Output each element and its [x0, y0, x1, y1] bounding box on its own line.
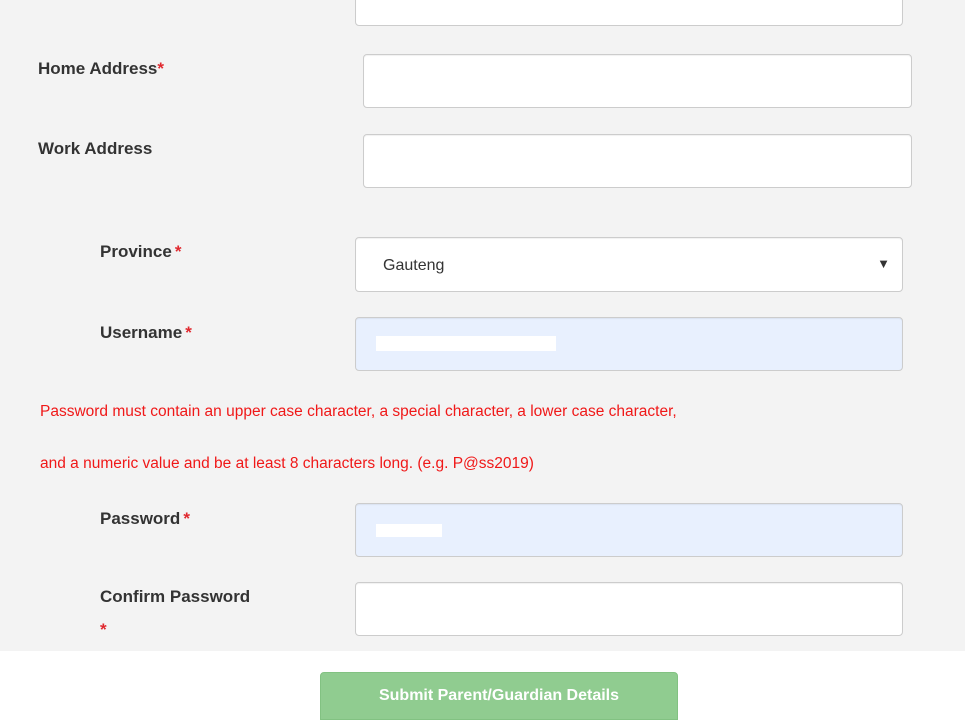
province-label-text: Province	[100, 242, 172, 261]
submit-parent-guardian-details-button[interactable]: Submit Parent/Guardian Details	[320, 672, 678, 720]
username-value-redacted	[376, 336, 556, 351]
province-select[interactable]: Gauteng ▼	[355, 237, 903, 292]
confirm-password-label: Confirm Password	[100, 587, 250, 607]
required-marker: *	[157, 59, 164, 78]
province-label: Province *	[100, 242, 181, 262]
username-label-text: Username	[100, 323, 183, 342]
required-marker: *	[185, 323, 192, 342]
home-address-label-text: Home Address	[38, 59, 158, 78]
password-label: Password *	[100, 509, 190, 529]
confirm-password-label-text: Confirm Password	[100, 587, 251, 606]
required-marker: *	[174, 242, 182, 261]
password-requirements-line-2: and a numeric value and be at least 8 ch…	[40, 455, 534, 472]
username-input[interactable]	[355, 317, 903, 371]
password-value-redacted	[376, 524, 442, 537]
confirm-password-input[interactable]	[355, 582, 903, 636]
province-selected-value: Gauteng	[383, 257, 445, 274]
work-address-input[interactable]	[363, 134, 912, 188]
work-address-label: Work Address	[38, 139, 152, 159]
username-label: Username *	[100, 323, 192, 343]
chevron-down-icon: ▼	[877, 256, 890, 271]
form-panel: Home Address* Work Address Province * Gau…	[0, 0, 965, 651]
work-address-label-text: Work Address	[38, 139, 153, 158]
home-address-label: Home Address*	[38, 59, 164, 79]
required-marker: *	[183, 509, 190, 528]
home-address-input[interactable]	[363, 54, 912, 108]
password-label-text: Password	[100, 509, 181, 528]
password-requirements-line-1: Password must contain an upper case char…	[40, 403, 677, 420]
previous-field-input[interactable]	[355, 0, 903, 26]
required-marker: *	[100, 620, 107, 639]
password-input[interactable]	[355, 503, 903, 557]
